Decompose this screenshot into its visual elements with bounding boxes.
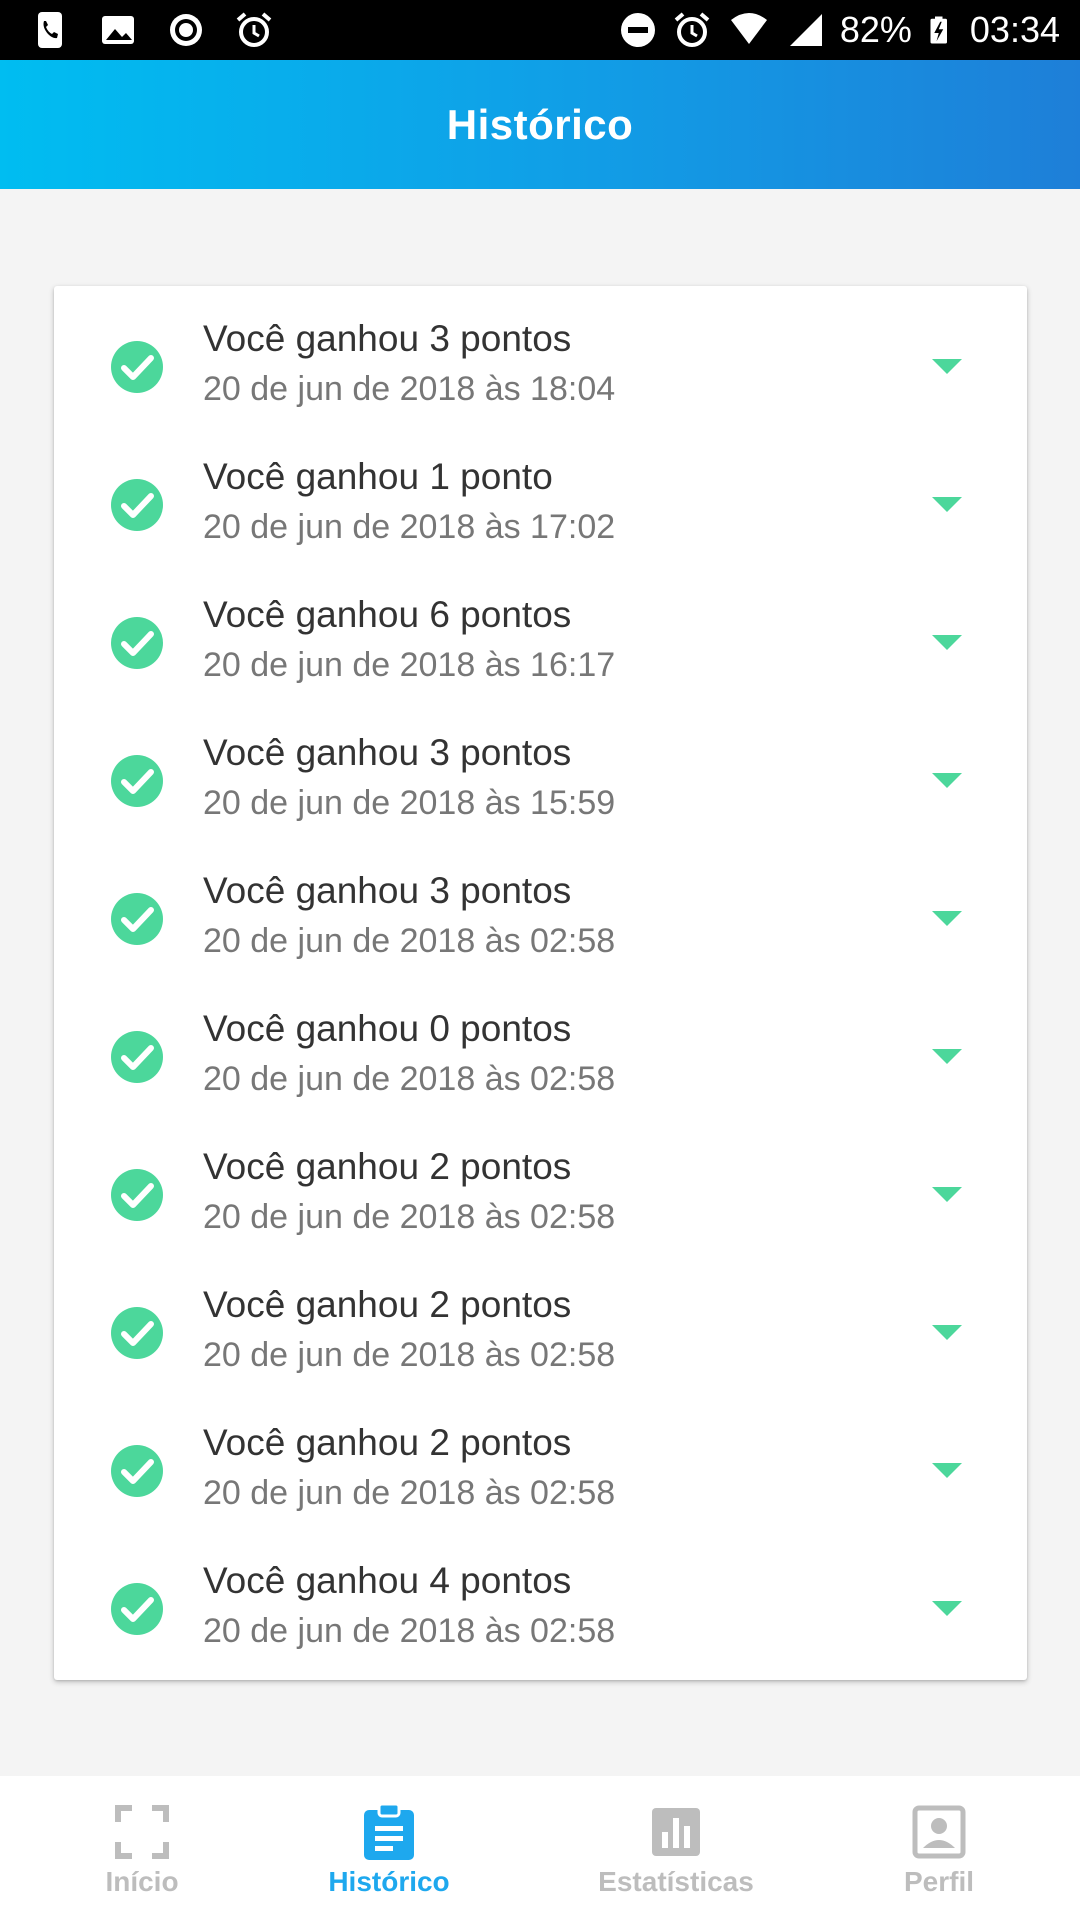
bottom-navigation: Início Histórico Estatísticas Perfil xyxy=(0,1776,1080,1920)
notification-icons xyxy=(30,8,274,52)
nav-item-historico[interactable]: Histórico xyxy=(318,1776,460,1920)
history-item-title: Você ganhou 3 pontos xyxy=(203,318,572,359)
check-circle-icon xyxy=(111,893,163,945)
history-item-date: 20 de jun de 2018 às 18:04 xyxy=(203,370,616,408)
expand-arrow-icon[interactable] xyxy=(930,493,964,515)
phone-icon xyxy=(38,12,62,48)
history-item[interactable]: Você ganhou 3 pontos 20 de jun de 2018 às… xyxy=(54,852,1027,990)
check-circle-icon xyxy=(111,479,163,531)
expand-arrow-icon[interactable] xyxy=(930,355,964,377)
history-item-title: Você ganhou 0 pontos xyxy=(203,1008,572,1049)
history-item[interactable]: Você ganhou 2 pontos 20 de jun de 2018 às… xyxy=(54,1128,1027,1266)
expand-arrow-icon[interactable] xyxy=(930,1045,964,1067)
history-item-date: 20 de jun de 2018 às 15:59 xyxy=(203,784,616,822)
history-item[interactable]: Você ganhou 2 pontos 20 de jun de 2018 às… xyxy=(54,1404,1027,1542)
history-item-title: Você ganhou 2 pontos xyxy=(203,1146,572,1187)
nav-label-historico: Histórico xyxy=(328,1866,450,1897)
history-item-title: Você ganhou 2 pontos xyxy=(203,1284,572,1325)
check-circle-icon xyxy=(111,617,163,669)
page-title: Histórico xyxy=(446,100,634,148)
history-item-title: Você ganhou 1 ponto xyxy=(203,456,553,497)
check-circle-icon xyxy=(111,341,163,393)
alarm-icon xyxy=(236,12,272,47)
expand-arrow-icon[interactable] xyxy=(930,1183,964,1205)
profile-icon xyxy=(912,1805,966,1859)
status-bar: 82% 03:34 xyxy=(0,0,1080,60)
expand-arrow-icon[interactable] xyxy=(930,769,964,791)
history-list: Você ganhou 3 pontos 20 de jun de 2018 às… xyxy=(54,300,1027,1680)
expand-arrow-icon[interactable] xyxy=(930,631,964,653)
history-item[interactable]: Você ganhou 1 ponto 20 de jun de 2018 às … xyxy=(54,438,1027,576)
image-icon xyxy=(102,16,134,44)
nav-label-estatisticas: Estatísticas xyxy=(598,1866,754,1897)
signal-icon xyxy=(789,14,822,46)
history-item-date: 20 de jun de 2018 às 02:58 xyxy=(203,1474,616,1512)
history-item-date: 20 de jun de 2018 às 02:58 xyxy=(203,1060,616,1098)
check-circle-icon xyxy=(111,755,163,807)
history-item[interactable]: Você ganhou 3 pontos 20 de jun de 2018 às… xyxy=(54,300,1027,438)
check-circle-icon xyxy=(111,1445,163,1497)
nav-label-inicio: Início xyxy=(105,1866,179,1897)
expand-arrow-icon[interactable] xyxy=(930,1459,964,1481)
expand-arrow-icon[interactable] xyxy=(930,1321,964,1343)
nav-label-perfil: Perfil xyxy=(903,1866,975,1897)
history-item-date: 20 de jun de 2018 às 16:17 xyxy=(203,646,616,684)
history-item-title: Você ganhou 2 pontos xyxy=(203,1422,572,1463)
check-circle-icon xyxy=(111,1307,163,1359)
check-circle-icon xyxy=(111,1169,163,1221)
history-item[interactable]: Você ganhou 3 pontos 20 de jun de 2018 às… xyxy=(54,714,1027,852)
battery-percent: 82% xyxy=(839,9,912,50)
history-card: Você ganhou 3 pontos 20 de jun de 2018 às… xyxy=(54,286,1027,1680)
history-item-date: 20 de jun de 2018 às 02:58 xyxy=(203,1198,616,1236)
check-circle-icon xyxy=(111,1031,163,1083)
history-item[interactable]: Você ganhou 6 pontos 20 de jun de 2018 às… xyxy=(54,576,1027,714)
check-circle-icon xyxy=(111,1583,163,1635)
history-item-date: 20 de jun de 2018 às 02:58 xyxy=(203,1336,616,1374)
history-item-date: 20 de jun de 2018 às 02:58 xyxy=(203,922,616,960)
bar-chart-icon xyxy=(652,1808,700,1856)
record-icon xyxy=(170,14,202,46)
scan-frame-icon xyxy=(115,1805,169,1859)
alarm-icon xyxy=(674,12,710,47)
wifi-icon xyxy=(730,13,767,44)
history-item-date: 20 de jun de 2018 às 02:58 xyxy=(203,1612,616,1650)
system-icons: 82% 03:34 xyxy=(618,8,1060,52)
history-item-date: 20 de jun de 2018 às 17:02 xyxy=(203,508,616,546)
battery-charging-icon xyxy=(930,16,947,44)
do-not-disturb-icon xyxy=(620,13,655,47)
nav-item-estatisticas[interactable]: Estatísticas xyxy=(592,1776,760,1920)
nav-item-inicio[interactable]: Início xyxy=(82,1776,202,1920)
nav-item-perfil[interactable]: Perfil xyxy=(880,1776,998,1920)
history-item-title: Você ganhou 4 pontos xyxy=(203,1560,572,1601)
history-item-title: Você ganhou 3 pontos xyxy=(203,870,572,911)
app-bar: Histórico xyxy=(0,60,1080,189)
history-item[interactable]: Você ganhou 0 pontos 20 de jun de 2018 às… xyxy=(54,990,1027,1128)
history-item-title: Você ganhou 6 pontos xyxy=(203,594,572,635)
history-item[interactable]: Você ganhou 2 pontos 20 de jun de 2018 às… xyxy=(54,1266,1027,1404)
clipboard-icon xyxy=(364,1802,414,1860)
expand-arrow-icon[interactable] xyxy=(930,907,964,929)
history-item-title: Você ganhou 3 pontos xyxy=(203,732,572,773)
expand-arrow-icon[interactable] xyxy=(930,1597,964,1619)
history-item[interactable]: Você ganhou 4 pontos 20 de jun de 2018 às… xyxy=(54,1542,1027,1680)
clock: 03:34 xyxy=(969,9,1060,50)
